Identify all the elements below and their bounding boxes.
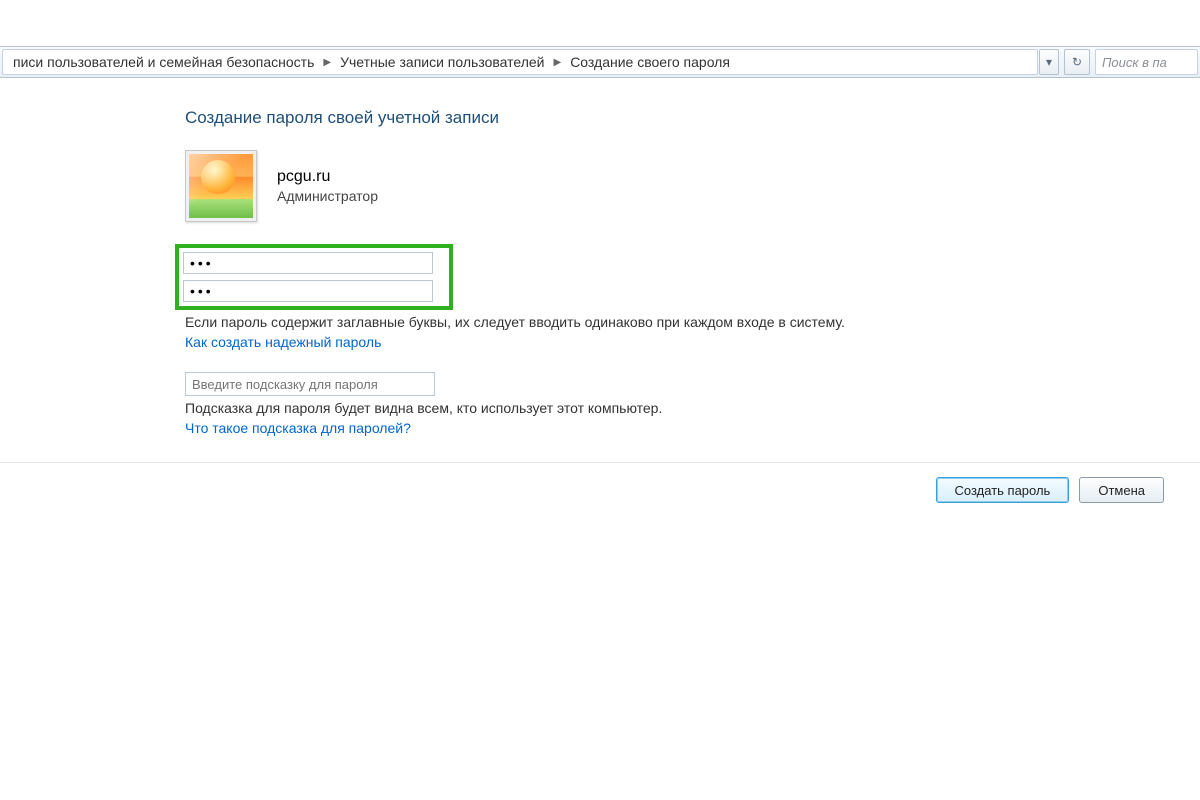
strong-password-link[interactable]: Как создать надежный пароль [185, 334, 381, 350]
chevron-right-icon: ▶ [318, 57, 336, 68]
cancel-button[interactable]: Отмена [1079, 477, 1164, 503]
search-input[interactable]: Поиск в па [1095, 49, 1198, 75]
create-password-button[interactable]: Создать пароль [936, 477, 1070, 503]
footer-buttons: Создать пароль Отмена [0, 463, 1200, 503]
page-title: Создание пароля своей учетной записи [185, 108, 1200, 128]
password-hint-input[interactable] [185, 372, 435, 396]
breadcrumb-segment[interactable]: Создание своего пароля [566, 54, 734, 70]
avatar-image [189, 154, 253, 218]
chevron-down-icon: ▾ [1046, 55, 1052, 69]
confirm-password-input[interactable] [183, 280, 433, 302]
user-info: pcgu.ru Администратор [185, 150, 1200, 222]
user-role: Администратор [277, 188, 378, 204]
refresh-icon: ↻ [1072, 55, 1082, 69]
password-highlight-box [175, 244, 453, 310]
breadcrumb-segment[interactable]: Учетные записи пользователей [336, 54, 548, 70]
new-password-input[interactable] [183, 252, 433, 274]
caps-warning-text: Если пароль содержит заглавные буквы, их… [185, 314, 1200, 330]
user-name: pcgu.ru [277, 168, 378, 186]
history-dropdown-button[interactable]: ▾ [1039, 49, 1059, 75]
address-bar: писи пользователей и семейная безопаснос… [0, 46, 1200, 78]
hint-visibility-text: Подсказка для пароля будет видна всем, к… [185, 400, 1200, 416]
avatar [185, 150, 257, 222]
content-area: Создание пароля своей учетной записи pcg… [0, 78, 1200, 436]
refresh-button[interactable]: ↻ [1064, 49, 1090, 75]
chevron-right-icon: ▶ [548, 57, 566, 68]
breadcrumb[interactable]: писи пользователей и семейная безопаснос… [2, 49, 1038, 75]
breadcrumb-segment[interactable]: писи пользователей и семейная безопаснос… [9, 54, 318, 70]
what-is-hint-link[interactable]: Что такое подсказка для паролей? [185, 420, 411, 436]
search-placeholder: Поиск в па [1102, 55, 1167, 70]
